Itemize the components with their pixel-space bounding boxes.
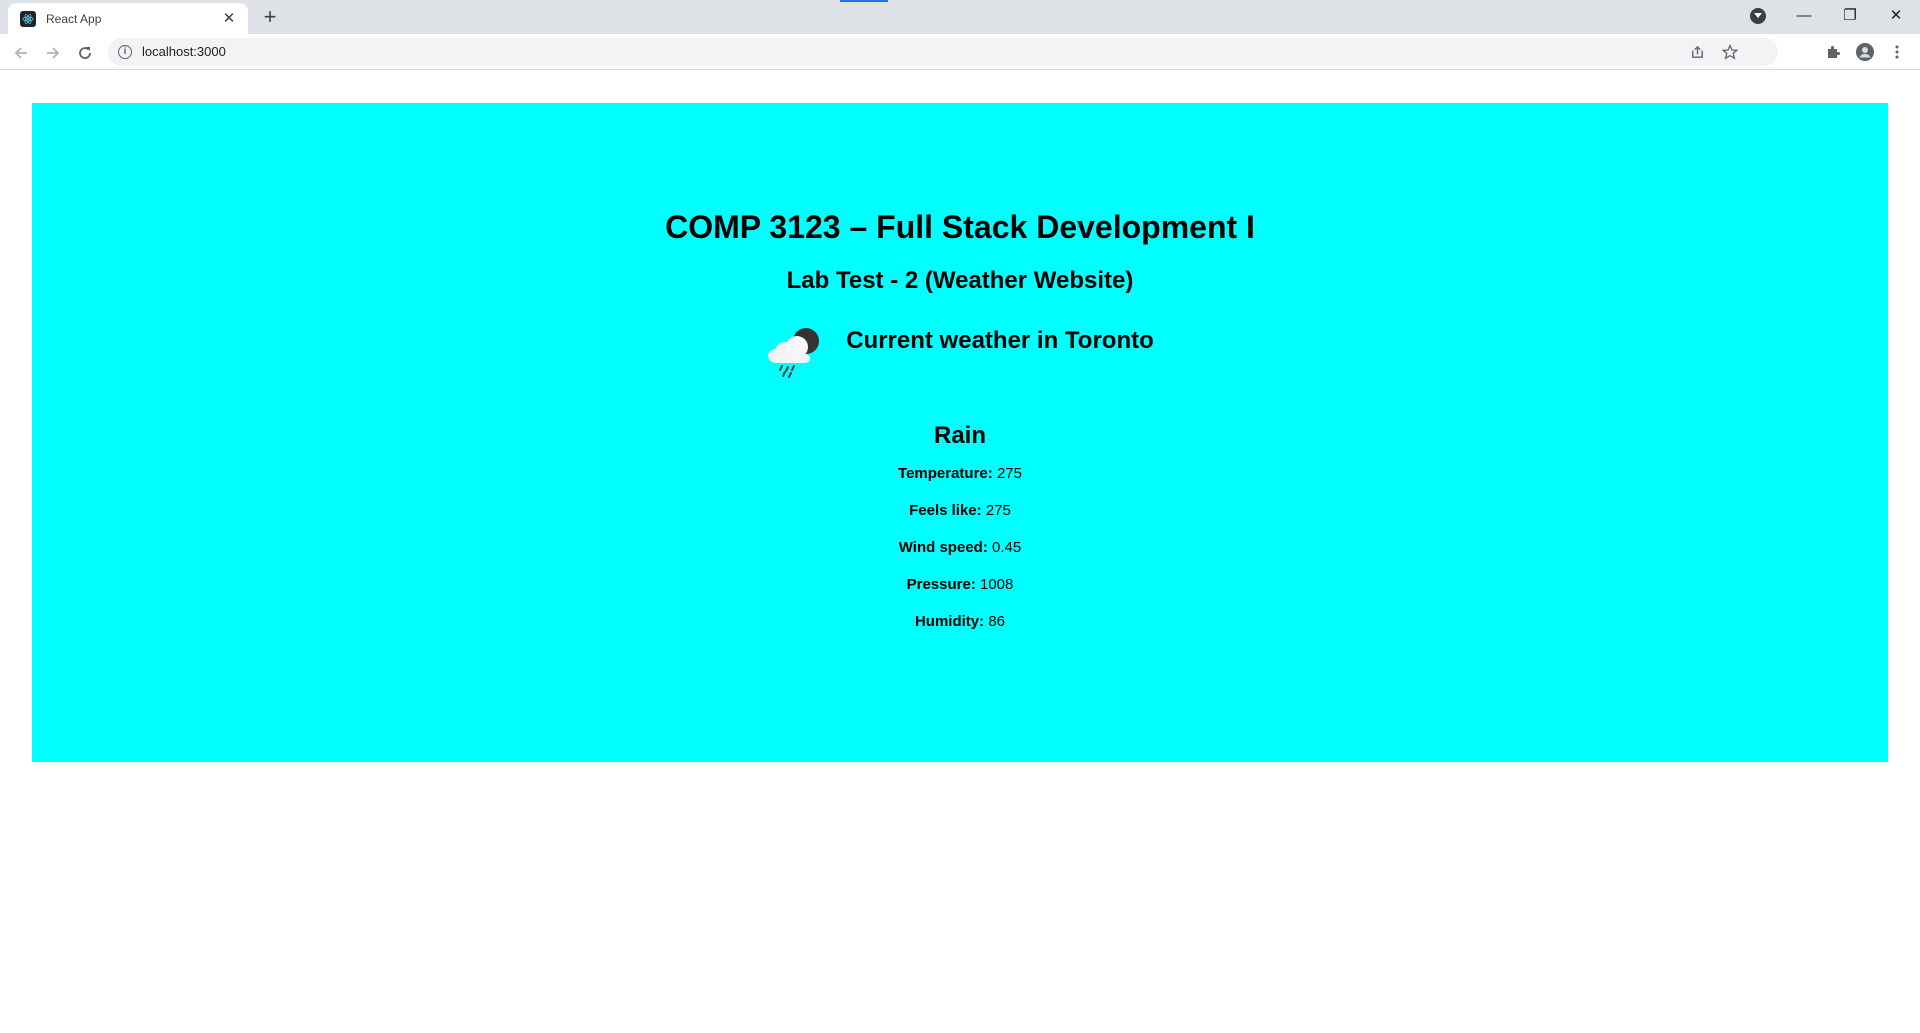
arrow-right-icon xyxy=(47,47,60,59)
stat-label: Wind speed: xyxy=(898,539,988,556)
reload-icon xyxy=(79,47,91,59)
loading-indicator xyxy=(840,0,888,2)
react-favicon-icon xyxy=(20,10,36,27)
weather-panel: COMP 3123 – Full Stack Development I Lab… xyxy=(32,103,1888,762)
browser-toolbar: i localhost:3000 xyxy=(0,34,1920,70)
stat-value: 1008 xyxy=(980,576,1014,593)
menu-kebab-icon[interactable] xyxy=(1886,41,1908,63)
url-text[interactable]: localhost:3000 xyxy=(142,44,226,59)
current-weather-heading: Current weather in Toronto xyxy=(846,327,1154,354)
browser-tab-react-app[interactable]: React App ✕ xyxy=(8,3,248,34)
current-weather-header: Current weather in Toronto xyxy=(766,321,1154,381)
forward-button[interactable] xyxy=(40,40,66,66)
stat-label: Humidity: xyxy=(914,613,985,630)
stat-value: 86 xyxy=(988,613,1005,630)
new-tab-button[interactable]: + xyxy=(258,6,282,30)
weather-stats: Temperature: 275 Feels like: 275 Wind sp… xyxy=(898,465,1022,650)
back-button[interactable] xyxy=(8,40,34,66)
page-subtitle: Lab Test - 2 (Weather Website) xyxy=(786,267,1134,294)
stat-temperature: Temperature: 275 xyxy=(898,465,1022,483)
stat-wind-speed: Wind speed: 0.45 xyxy=(899,539,1021,557)
stat-pressure: Pressure: 1008 xyxy=(907,576,1014,594)
tab-title: React App xyxy=(46,11,102,26)
stat-value: 275 xyxy=(996,465,1022,482)
tab-search-button[interactable] xyxy=(1750,8,1766,24)
stat-humidity: Humidity: 86 xyxy=(915,613,1005,631)
profile-avatar-icon[interactable] xyxy=(1854,41,1876,63)
bookmark-star-icon[interactable] xyxy=(1719,41,1741,63)
address-bar[interactable]: i localhost:3000 xyxy=(108,38,1778,66)
restore-button[interactable]: ❐ xyxy=(1827,0,1873,30)
stat-label: Temperature: xyxy=(898,465,993,482)
reload-button[interactable] xyxy=(72,40,98,66)
close-window-button[interactable]: ✕ xyxy=(1873,0,1919,30)
rain-cloud-moon-icon xyxy=(768,328,820,378)
stat-label: Pressure: xyxy=(906,576,976,593)
tab-close-icon[interactable]: ✕ xyxy=(220,10,238,28)
stat-feels-like: Feels like: 275 xyxy=(909,502,1011,520)
stat-value: 0.45 xyxy=(992,539,1022,556)
stat-label: Feels like: xyxy=(909,502,982,519)
stat-value: 275 xyxy=(985,502,1011,519)
page-title: COMP 3123 – Full Stack Development I xyxy=(665,209,1255,245)
minimize-button[interactable]: — xyxy=(1781,0,1827,30)
chevron-down-icon xyxy=(1754,13,1762,18)
extensions-icon[interactable] xyxy=(1822,41,1844,63)
share-icon[interactable] xyxy=(1686,41,1708,63)
browser-tabstrip: React App ✕ + — ❐ ✕ xyxy=(0,0,1920,34)
site-info-icon[interactable]: i xyxy=(118,45,132,59)
weather-condition: Rain xyxy=(933,422,986,449)
arrow-left-icon xyxy=(14,47,27,59)
